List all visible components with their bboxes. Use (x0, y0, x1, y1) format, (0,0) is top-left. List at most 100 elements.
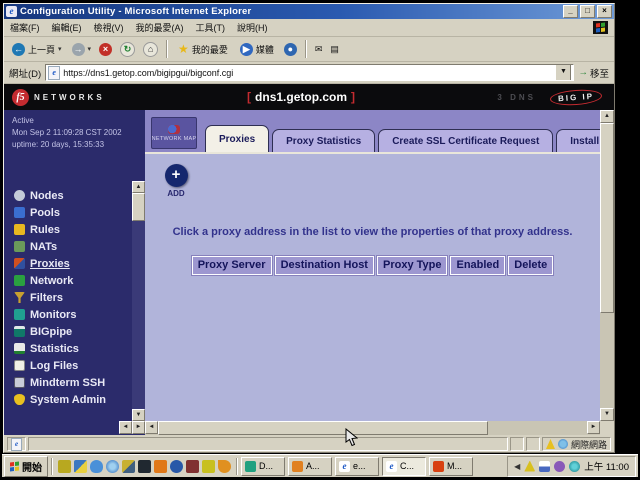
address-url[interactable]: https://dns1.getop.com/bigipgui/bigconf.… (63, 68, 552, 78)
log-files-icon (14, 360, 25, 371)
tab-create-ssl-certificate-request[interactable]: Create SSL Certificate Request (378, 129, 553, 152)
app-icon (245, 461, 256, 472)
refresh-button[interactable]: ↻ (118, 40, 137, 59)
main-horizontal-scrollbar[interactable]: ◄ ► (145, 421, 600, 435)
mindterm-ssh-icon (14, 377, 25, 388)
forward-button[interactable]: → ▾ (70, 41, 94, 58)
scroll-up-icon[interactable]: ▲ (600, 110, 614, 123)
scrollbar-track[interactable] (132, 221, 145, 409)
quick-launch-icon-11[interactable] (218, 460, 231, 473)
home-icon: ⌂ (143, 42, 158, 57)
address-dropdown-icon[interactable]: ▼ (555, 64, 571, 81)
rules-icon (14, 224, 25, 235)
sidebar-item-label: Filters (30, 292, 63, 304)
menu-file[interactable]: 檔案(F) (10, 21, 40, 34)
scrollbar-thumb[interactable] (600, 123, 614, 313)
task-window-button-3[interactable]: e e... (335, 457, 379, 476)
sidebar-item-nats[interactable]: NATs (14, 238, 132, 255)
tab-proxies[interactable]: Proxies (205, 125, 269, 152)
quick-launch-icon-4[interactable] (106, 460, 119, 473)
back-dropdown-icon[interactable]: ▾ (58, 45, 62, 53)
scrollbar-thumb[interactable] (132, 193, 145, 221)
network-map-button[interactable]: NETWORK MAP (151, 117, 197, 149)
hostname-text: dns1.getop.com (255, 90, 347, 104)
quick-launch-icon-3[interactable] (90, 460, 103, 473)
scroll-up-icon[interactable]: ▲ (132, 181, 145, 193)
favorites-button[interactable]: ★ 我的最愛 (174, 41, 232, 58)
history-button[interactable]: ● (282, 41, 299, 58)
sidebar-scrollbar[interactable]: ▲ ▼ (132, 181, 145, 421)
go-button[interactable]: → 移至 (578, 66, 609, 80)
task-window-button-configuration-utility[interactable]: e C... (382, 457, 426, 476)
back-button[interactable]: ← 上一頁 ▾ (8, 41, 66, 58)
sidebar-item-pools[interactable]: Pools (14, 204, 132, 221)
task-window-button-5[interactable]: M... (429, 457, 473, 476)
product-3dns[interactable]: 3 DNS (497, 93, 536, 102)
network-map-icon (168, 125, 180, 134)
add-proxy-button[interactable]: + ADD (161, 164, 191, 198)
menu-favorites[interactable]: 我的最愛(A) (136, 21, 184, 34)
status-uptime: uptime: 20 days, 15:35:33 (12, 139, 145, 151)
sidebar-item-log-files[interactable]: Log Files (14, 357, 132, 374)
menu-help[interactable]: 說明(H) (237, 21, 268, 34)
scrollbar-track[interactable] (600, 313, 614, 408)
quick-launch-icon-8[interactable] (170, 460, 183, 473)
scroll-left-icon[interactable]: ◄ (119, 421, 132, 434)
quick-launch-icon-9[interactable] (186, 460, 199, 473)
stop-button[interactable]: × (97, 41, 114, 58)
sidebar-item-statistics[interactable]: Statistics (14, 340, 132, 357)
quick-launch-icon-7[interactable] (154, 460, 167, 473)
scrollbar-track[interactable] (488, 421, 587, 435)
tray-icon-1[interactable] (524, 461, 535, 472)
start-button[interactable]: 開始 (4, 456, 48, 477)
scroll-down-icon[interactable]: ▼ (132, 409, 145, 421)
tray-icon-4[interactable] (569, 461, 580, 472)
sidebar-item-monitors[interactable]: Monitors (14, 306, 132, 323)
sidebar-item-system-admin[interactable]: System Admin (14, 391, 132, 408)
minimize-button[interactable]: _ (563, 5, 578, 18)
scroll-left-icon[interactable]: ◄ (145, 421, 158, 434)
quick-launch-icon-6[interactable] (138, 460, 151, 473)
media-button[interactable]: ▶ 媒體 (236, 41, 278, 58)
menu-tools[interactable]: 工具(T) (196, 21, 226, 34)
status-segment (510, 437, 524, 451)
sidebar-item-mindterm-ssh[interactable]: Mindterm SSH (14, 374, 132, 391)
vertical-scrollbar[interactable]: ▲ ▼ (600, 110, 614, 421)
quick-launch-icon-1[interactable] (58, 460, 71, 473)
address-input[interactable]: e https://dns1.getop.com/bigipgui/bigcon… (45, 64, 574, 81)
print-button[interactable]: ▤ (328, 42, 341, 57)
sidebar-item-proxies[interactable]: Proxies (14, 255, 132, 272)
sidebar-item-label: Proxies (30, 258, 70, 270)
sidebar-item-rules[interactable]: Rules (14, 221, 132, 238)
sidebar-horizontal-scrollbar[interactable]: ◄ ► (4, 421, 145, 435)
menu-edit[interactable]: 編輯(E) (52, 21, 82, 34)
quick-launch-icon-10[interactable] (202, 460, 215, 473)
tab-install-ssl-certificate[interactable]: Install SSL Certifi (556, 129, 600, 152)
sidebar-item-network[interactable]: Network (14, 272, 132, 289)
scroll-right-icon[interactable]: ► (132, 421, 145, 434)
home-button[interactable]: ⌂ (141, 40, 160, 59)
quick-launch-icon-2[interactable] (74, 460, 87, 473)
scrollbar-thumb[interactable] (158, 421, 488, 435)
forward-dropdown-icon[interactable]: ▾ (88, 45, 92, 53)
sidebar-item-nodes[interactable]: Nodes (14, 187, 132, 204)
tab-proxy-statistics[interactable]: Proxy Statistics (272, 129, 375, 152)
tray-icon-3[interactable] (554, 461, 565, 472)
sidebar-item-bigpipe[interactable]: BIGpipe (14, 323, 132, 340)
product-bigip[interactable]: BIG IP (550, 88, 603, 107)
tray-icon-2[interactable] (539, 461, 550, 472)
task-window-button-2[interactable]: A... (288, 457, 332, 476)
main-frame: NETWORK MAP Proxies Proxy Statistics Cre… (145, 110, 600, 421)
scroll-down-icon[interactable]: ▼ (600, 408, 614, 421)
mail-button[interactable]: ✉ (313, 42, 325, 57)
add-icon[interactable]: + (165, 164, 188, 187)
task-window-button-1[interactable]: D... (241, 457, 285, 476)
maximize-button[interactable]: □ (580, 5, 595, 18)
tray-chevron-icon[interactable]: ◀ (514, 462, 520, 471)
quick-launch-icon-5[interactable] (122, 460, 135, 473)
close-button[interactable]: × (597, 5, 612, 18)
sidebar-item-filters[interactable]: Filters (14, 289, 132, 306)
scroll-right-icon[interactable]: ► (587, 421, 600, 434)
menu-view[interactable]: 檢視(V) (94, 21, 124, 34)
app-icon (433, 461, 444, 472)
